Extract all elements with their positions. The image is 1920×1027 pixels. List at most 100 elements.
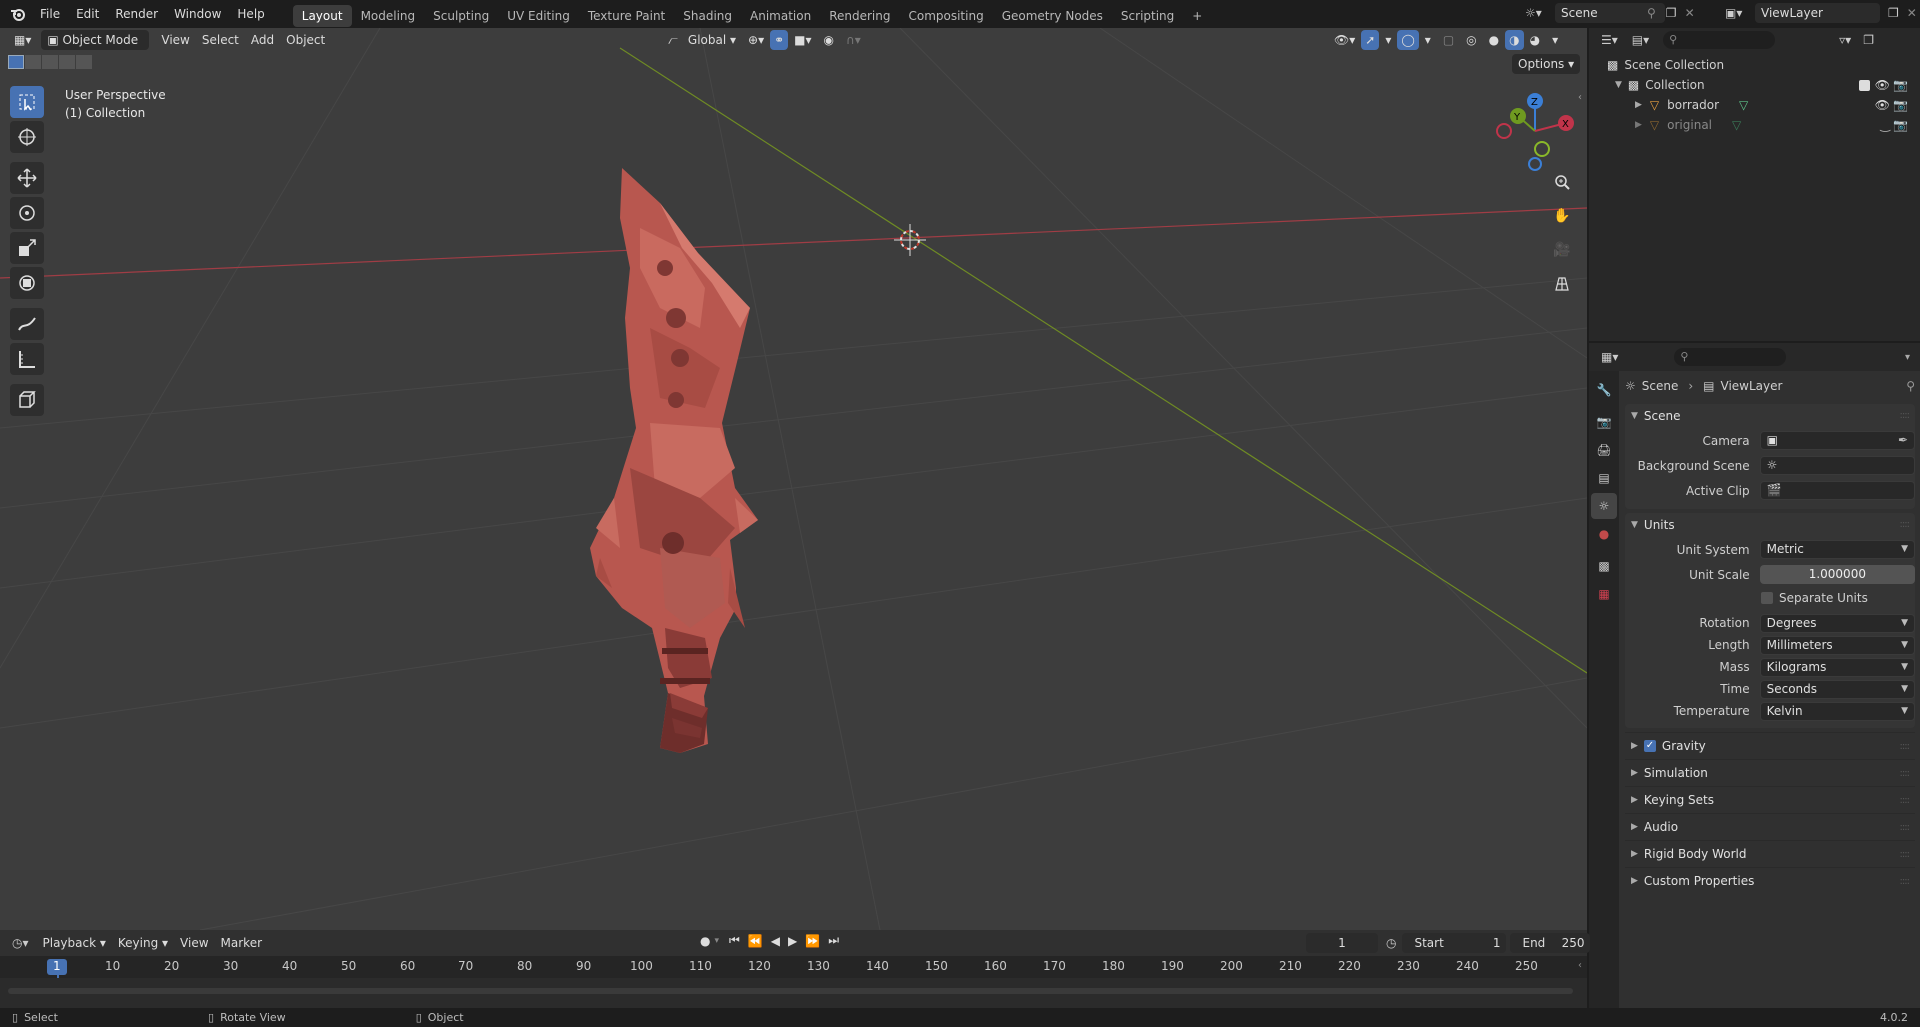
expand-arrow-icon[interactable]: ▶ [1635,95,1642,115]
background-scene-field[interactable]: ☼ [1759,456,1915,475]
collection-row[interactable]: ▼ ▩ Collection 👁 📷 [1607,75,1912,95]
drag-grip-icon[interactable]: :::: [1900,733,1911,760]
display-mode-icon[interactable]: ▤▾ [1632,33,1649,47]
keying-menu[interactable]: Keying ▾ [112,933,174,953]
outliner-editor-icon[interactable]: ☰▾ [1601,33,1618,47]
length-dropdown[interactable]: Millimeters ▼ [1759,635,1915,655]
active-clip-field[interactable]: 🎬 [1759,481,1915,500]
new-scene-icon[interactable]: ❐ [1666,6,1677,20]
camera-view-icon[interactable]: 🎥 [1548,236,1576,264]
shading-dropdown-icon[interactable]: ▾ [1546,30,1564,50]
unit-system-dropdown[interactable]: Metric ▼ [1759,540,1915,559]
current-frame-field[interactable]: 1 [1306,933,1378,953]
xray-icon[interactable]: ▢ [1437,30,1460,50]
timeline-ruler[interactable]: 1 10 20 30 40 50 60 70 80 90 100 110 120… [0,956,1587,1008]
cursor-tool[interactable] [10,121,44,153]
keying-sets-panel-header[interactable]: ▶ Keying Sets :::: [1625,786,1915,813]
tab-geometry-nodes[interactable]: Geometry Nodes [993,5,1112,27]
menu-window[interactable]: Window [166,0,229,28]
view-layer-name-field[interactable]: ViewLayer [1755,3,1880,23]
properties-options-icon[interactable]: ▾ [1905,352,1910,363]
view-layer-icon[interactable]: ▣▾ [1725,6,1755,20]
drag-grip-icon[interactable]: :::: [1900,841,1911,868]
transform-tool[interactable] [10,267,44,299]
tab-shading[interactable]: Shading [674,5,741,27]
editor-type-icon[interactable]: ▦▾ [8,30,37,50]
annotate-tool[interactable] [10,308,44,340]
snap-target-icon[interactable]: ■▾ [788,30,817,50]
world-tab-icon[interactable]: ● [1591,521,1617,547]
scene-collection-row[interactable]: ▩ Scene Collection [1607,55,1912,75]
tab-compositing[interactable]: Compositing [899,5,992,27]
menu-select[interactable]: Select [196,30,245,50]
drag-grip-icon[interactable]: :::: [1900,787,1911,814]
zoom-icon[interactable] [1548,168,1576,196]
menu-help[interactable]: Help [229,0,272,28]
tab-texture-paint[interactable]: Texture Paint [579,5,674,27]
drag-grip-icon[interactable]: :::: [1900,513,1911,537]
tab-sculpting[interactable]: Sculpting [424,5,498,27]
select-new-icon[interactable] [8,55,24,69]
collection-tab-icon[interactable]: ▩ [1591,553,1617,579]
drag-grip-icon[interactable]: :::: [1900,868,1911,895]
select-subtract-icon[interactable] [42,55,58,69]
menu-object[interactable]: Object [280,30,331,50]
marker-menu[interactable]: Marker [215,933,268,953]
gravity-checkbox[interactable]: ✓ [1643,740,1656,752]
3d-viewport[interactable]: ▦▾ ▣ Object Mode ▾ View Select Add Objec… [0,28,1587,930]
falloff-icon[interactable]: ∩▾ [840,30,867,50]
proportional-edit-icon[interactable]: ◉ [818,30,840,50]
eyedropper-icon[interactable]: ✒ [1898,432,1908,449]
mode-dropdown[interactable]: ▣ Object Mode ▾ [41,30,150,67]
menu-render[interactable]: Render [107,0,166,28]
navigation-gizmo[interactable]: Z Y X [1490,86,1580,176]
visibility-eye-icon[interactable]: 👁 [1875,95,1890,115]
pin-icon[interactable]: ⚲ [1647,6,1656,20]
mass-dropdown[interactable]: Kilograms ▼ [1759,657,1915,677]
rigid-body-world-panel-header[interactable]: ▶ Rigid Body World :::: [1625,840,1915,867]
rotation-dropdown[interactable]: Degrees ▼ [1759,613,1915,633]
properties-editor-icon[interactable]: ▦▾ [1601,350,1618,364]
sword-model[interactable] [590,168,758,753]
orientation-dropdown[interactable]: Global ▾ [682,30,742,50]
snap-icon[interactable]: ⚭ [770,30,789,50]
tab-animation[interactable]: Animation [741,5,820,27]
select-extend-icon[interactable] [25,55,41,69]
tab-scripting[interactable]: Scripting [1112,5,1183,27]
exclude-checkbox[interactable] [1859,79,1870,91]
tab-layout[interactable]: Layout [292,4,352,27]
menu-view[interactable]: View [155,30,195,50]
scene-icon[interactable]: ☼▾ [1525,6,1555,20]
drag-grip-icon[interactable]: :::: [1900,814,1911,841]
tool-tab-icon[interactable]: 🔧 [1591,377,1617,403]
move-tool[interactable] [10,162,44,194]
new-collection-icon[interactable]: ❐ [1863,33,1874,47]
select-box-tool[interactable] [10,86,44,118]
collapse-arrow-icon[interactable]: ▼ [1615,75,1622,95]
units-panel-header[interactable]: ▼ Units :::: [1625,513,1915,537]
material-shading-icon[interactable]: ◑ [1505,30,1524,50]
rotate-tool[interactable] [10,197,44,229]
add-workspace-button[interactable]: + [1183,5,1211,27]
drag-grip-icon[interactable]: :::: [1900,760,1911,787]
overlay-dropdown-icon[interactable]: ▾ [1419,30,1437,50]
scene-panel-header[interactable]: ▼ Scene :::: [1625,404,1915,428]
tab-rendering[interactable]: Rendering [820,5,899,27]
next-keyframe-icon[interactable]: ⏩ [805,934,820,948]
pin-icon[interactable]: ⚲ [1906,379,1915,393]
rendered-shading-icon[interactable]: ◕ [1524,30,1546,50]
audio-panel-header[interactable]: ▶ Audio :::: [1625,813,1915,840]
options-dropdown[interactable]: Options ▾ [1512,54,1581,74]
render-camera-icon[interactable]: 📷 [1893,75,1908,95]
timeline-view-menu[interactable]: View [174,933,214,953]
view-layer-tab-icon[interactable]: ▤ [1591,465,1617,491]
texture-tab-icon[interactable]: ▦ [1591,581,1617,607]
delete-view-layer-icon[interactable]: ✕ [1907,6,1917,20]
object-row-original[interactable]: ▶ ▽ original ▽ ‿ 📷 [1607,115,1912,135]
tab-uv-editing[interactable]: UV Editing [498,5,579,27]
timeline-scrollbar[interactable] [8,988,1573,994]
unit-scale-field[interactable]: 1.000000 [1759,565,1915,584]
blender-logo-icon[interactable] [4,0,32,28]
separate-units-checkbox[interactable] [1761,592,1773,604]
select-invert-icon[interactable] [59,55,75,69]
